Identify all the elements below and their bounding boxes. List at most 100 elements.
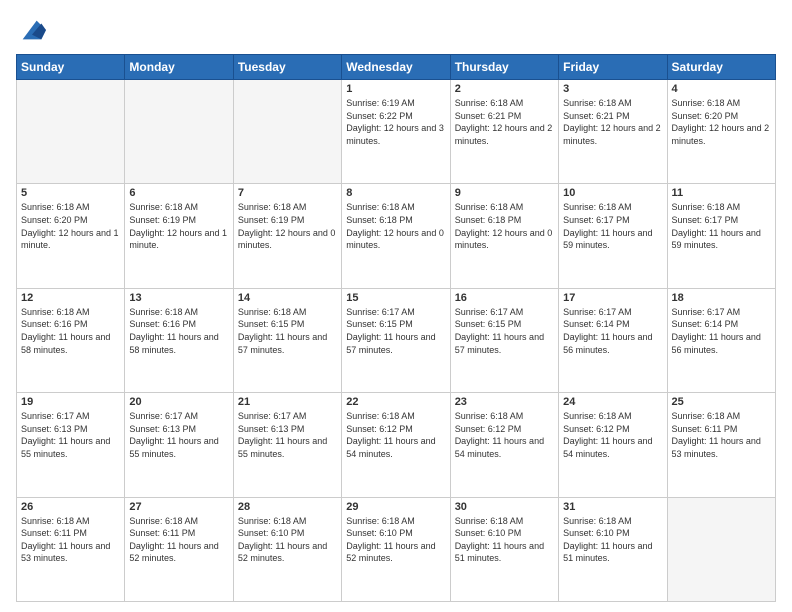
day-number: 16 bbox=[455, 292, 554, 304]
calendar-cell: 9 Sunrise: 6:18 AM Sunset: 6:18 PM Daylig… bbox=[450, 184, 558, 288]
calendar-cell: 25 Sunrise: 6:18 AM Sunset: 6:11 PM Dayli… bbox=[667, 393, 775, 497]
day-number: 6 bbox=[129, 187, 228, 199]
logo-icon bbox=[18, 16, 46, 44]
calendar-cell: 1Sunrise: 6:19 AM Sunset: 6:22 PM Daylig… bbox=[342, 80, 450, 184]
calendar-cell: 21 Sunrise: 6:17 AM Sunset: 6:13 PM Dayli… bbox=[233, 393, 341, 497]
day-number: 14 bbox=[238, 292, 337, 304]
day-number: 4 bbox=[672, 83, 771, 95]
day-number: 5 bbox=[21, 187, 120, 199]
day-number: 23 bbox=[455, 396, 554, 408]
calendar-cell: 26 Sunrise: 6:18 AM Sunset: 6:11 PM Dayli… bbox=[17, 497, 125, 601]
calendar-cell: 2 Sunrise: 6:18 AM Sunset: 6:21 PM Daylig… bbox=[450, 80, 558, 184]
calendar-cell: 7Sunrise: 6:18 AM Sunset: 6:19 PM Daylig… bbox=[233, 184, 341, 288]
day-info: Sunrise: 6:18 AM Sunset: 6:17 PM Dayligh… bbox=[672, 201, 771, 251]
day-info: Sunrise: 6:18 AM Sunset: 6:12 PM Dayligh… bbox=[346, 410, 445, 460]
day-info: Sunrise: 6:18 AM Sunset: 6:18 PM Dayligh… bbox=[346, 201, 445, 251]
calendar-cell: 10 Sunrise: 6:18 AM Sunset: 6:17 PM Dayli… bbox=[559, 184, 667, 288]
day-info: Sunrise: 6:17 AM Sunset: 6:14 PM Dayligh… bbox=[563, 306, 662, 356]
day-info: Sunrise: 6:17 AM Sunset: 6:15 PM Dayligh… bbox=[346, 306, 445, 356]
calendar-cell: 18 Sunrise: 6:17 AM Sunset: 6:14 PM Dayli… bbox=[667, 288, 775, 392]
page: SundayMondayTuesdayWednesdayThursdayFrid… bbox=[0, 0, 792, 612]
logo-area bbox=[16, 16, 46, 44]
day-number: 18 bbox=[672, 292, 771, 304]
day-info: Sunrise: 6:18 AM Sunset: 6:11 PM Dayligh… bbox=[672, 410, 771, 460]
day-number: 19 bbox=[21, 396, 120, 408]
day-number: 10 bbox=[563, 187, 662, 199]
calendar-cell: 5 Sunrise: 6:18 AM Sunset: 6:20 PM Daylig… bbox=[17, 184, 125, 288]
day-info: Sunrise: 6:18 AM Sunset: 6:21 PM Dayligh… bbox=[563, 97, 662, 147]
day-info: Sunrise: 6:17 AM Sunset: 6:13 PM Dayligh… bbox=[129, 410, 228, 460]
calendar-header-row: SundayMondayTuesdayWednesdayThursdayFrid… bbox=[17, 55, 776, 80]
day-number: 21 bbox=[238, 396, 337, 408]
calendar-week-2: 5 Sunrise: 6:18 AM Sunset: 6:20 PM Daylig… bbox=[17, 184, 776, 288]
day-number: 25 bbox=[672, 396, 771, 408]
day-header-wednesday: Wednesday bbox=[342, 55, 450, 80]
day-info: Sunrise: 6:18 AM Sunset: 6:11 PM Dayligh… bbox=[21, 515, 120, 565]
day-info: Sunrise: 6:17 AM Sunset: 6:13 PM Dayligh… bbox=[238, 410, 337, 460]
calendar-cell: 27 Sunrise: 6:18 AM Sunset: 6:11 PM Dayli… bbox=[125, 497, 233, 601]
day-info: Sunrise: 6:18 AM Sunset: 6:12 PM Dayligh… bbox=[455, 410, 554, 460]
day-number: 2 bbox=[455, 83, 554, 95]
calendar-cell: 28Sunrise: 6:18 AM Sunset: 6:10 PM Dayli… bbox=[233, 497, 341, 601]
day-number: 30 bbox=[455, 501, 554, 513]
calendar-cell: 24 Sunrise: 6:18 AM Sunset: 6:12 PM Dayli… bbox=[559, 393, 667, 497]
calendar-cell: 12 Sunrise: 6:18 AM Sunset: 6:16 PM Dayli… bbox=[17, 288, 125, 392]
calendar-cell: 22 Sunrise: 6:18 AM Sunset: 6:12 PM Dayli… bbox=[342, 393, 450, 497]
calendar-cell: 13Sunrise: 6:18 AM Sunset: 6:16 PM Dayli… bbox=[125, 288, 233, 392]
day-number: 12 bbox=[21, 292, 120, 304]
day-info: Sunrise: 6:18 AM Sunset: 6:18 PM Dayligh… bbox=[455, 201, 554, 251]
calendar-cell: 8 Sunrise: 6:18 AM Sunset: 6:18 PM Daylig… bbox=[342, 184, 450, 288]
day-number: 24 bbox=[563, 396, 662, 408]
calendar-cell bbox=[17, 80, 125, 184]
day-number: 27 bbox=[129, 501, 228, 513]
calendar-week-3: 12 Sunrise: 6:18 AM Sunset: 6:16 PM Dayli… bbox=[17, 288, 776, 392]
calendar-cell: 3 Sunrise: 6:18 AM Sunset: 6:21 PM Daylig… bbox=[559, 80, 667, 184]
calendar-cell: 23 Sunrise: 6:18 AM Sunset: 6:12 PM Dayli… bbox=[450, 393, 558, 497]
day-number: 26 bbox=[21, 501, 120, 513]
day-number: 22 bbox=[346, 396, 445, 408]
calendar-cell bbox=[233, 80, 341, 184]
day-number: 20 bbox=[129, 396, 228, 408]
day-info: Sunrise: 6:18 AM Sunset: 6:10 PM Dayligh… bbox=[238, 515, 337, 565]
day-info: Sunrise: 6:18 AM Sunset: 6:16 PM Dayligh… bbox=[21, 306, 120, 356]
day-info: Sunrise: 6:18 AM Sunset: 6:21 PM Dayligh… bbox=[455, 97, 554, 147]
day-header-tuesday: Tuesday bbox=[233, 55, 341, 80]
day-info: Sunrise: 6:18 AM Sunset: 6:10 PM Dayligh… bbox=[455, 515, 554, 565]
calendar-cell bbox=[667, 497, 775, 601]
day-number: 15 bbox=[346, 292, 445, 304]
day-info: Sunrise: 6:18 AM Sunset: 6:20 PM Dayligh… bbox=[21, 201, 120, 251]
calendar-cell: 30 Sunrise: 6:18 AM Sunset: 6:10 PM Dayli… bbox=[450, 497, 558, 601]
calendar: SundayMondayTuesdayWednesdayThursdayFrid… bbox=[16, 54, 776, 602]
calendar-cell: 4Sunrise: 6:18 AM Sunset: 6:20 PM Daylig… bbox=[667, 80, 775, 184]
day-number: 29 bbox=[346, 501, 445, 513]
day-info: Sunrise: 6:18 AM Sunset: 6:10 PM Dayligh… bbox=[563, 515, 662, 565]
day-info: Sunrise: 6:18 AM Sunset: 6:17 PM Dayligh… bbox=[563, 201, 662, 251]
day-info: Sunrise: 6:18 AM Sunset: 6:12 PM Dayligh… bbox=[563, 410, 662, 460]
header bbox=[16, 16, 776, 44]
calendar-week-5: 26 Sunrise: 6:18 AM Sunset: 6:11 PM Dayli… bbox=[17, 497, 776, 601]
day-header-saturday: Saturday bbox=[667, 55, 775, 80]
day-info: Sunrise: 6:18 AM Sunset: 6:15 PM Dayligh… bbox=[238, 306, 337, 356]
day-info: Sunrise: 6:17 AM Sunset: 6:14 PM Dayligh… bbox=[672, 306, 771, 356]
day-number: 8 bbox=[346, 187, 445, 199]
day-header-friday: Friday bbox=[559, 55, 667, 80]
day-number: 11 bbox=[672, 187, 771, 199]
day-info: Sunrise: 6:17 AM Sunset: 6:15 PM Dayligh… bbox=[455, 306, 554, 356]
calendar-cell: 19Sunrise: 6:17 AM Sunset: 6:13 PM Dayli… bbox=[17, 393, 125, 497]
calendar-cell bbox=[125, 80, 233, 184]
calendar-week-1: 1Sunrise: 6:19 AM Sunset: 6:22 PM Daylig… bbox=[17, 80, 776, 184]
day-number: 31 bbox=[563, 501, 662, 513]
day-number: 9 bbox=[455, 187, 554, 199]
day-info: Sunrise: 6:18 AM Sunset: 6:10 PM Dayligh… bbox=[346, 515, 445, 565]
day-number: 3 bbox=[563, 83, 662, 95]
logo bbox=[16, 16, 46, 44]
day-info: Sunrise: 6:18 AM Sunset: 6:11 PM Dayligh… bbox=[129, 515, 228, 565]
calendar-cell: 16 Sunrise: 6:17 AM Sunset: 6:15 PM Dayli… bbox=[450, 288, 558, 392]
calendar-week-4: 19 Sunrise: 6:17 AM Sunset: 6:13 PM Dayli… bbox=[17, 393, 776, 497]
calendar-cell: 15 Sunrise: 6:17 AM Sunset: 6:15 PM Dayli… bbox=[342, 288, 450, 392]
calendar-cell: 29 Sunrise: 6:18 AM Sunset: 6:10 PM Dayli… bbox=[342, 497, 450, 601]
calendar-cell: 31 Sunrise: 6:18 AM Sunset: 6:10 PM Dayli… bbox=[559, 497, 667, 601]
calendar-cell: 11 Sunrise: 6:18 AM Sunset: 6:17 PM Dayli… bbox=[667, 184, 775, 288]
day-info: Sunrise: 6:18 AM Sunset: 6:16 PM Dayligh… bbox=[129, 306, 228, 356]
calendar-cell: 14 Sunrise: 6:18 AM Sunset: 6:15 PM Dayli… bbox=[233, 288, 341, 392]
